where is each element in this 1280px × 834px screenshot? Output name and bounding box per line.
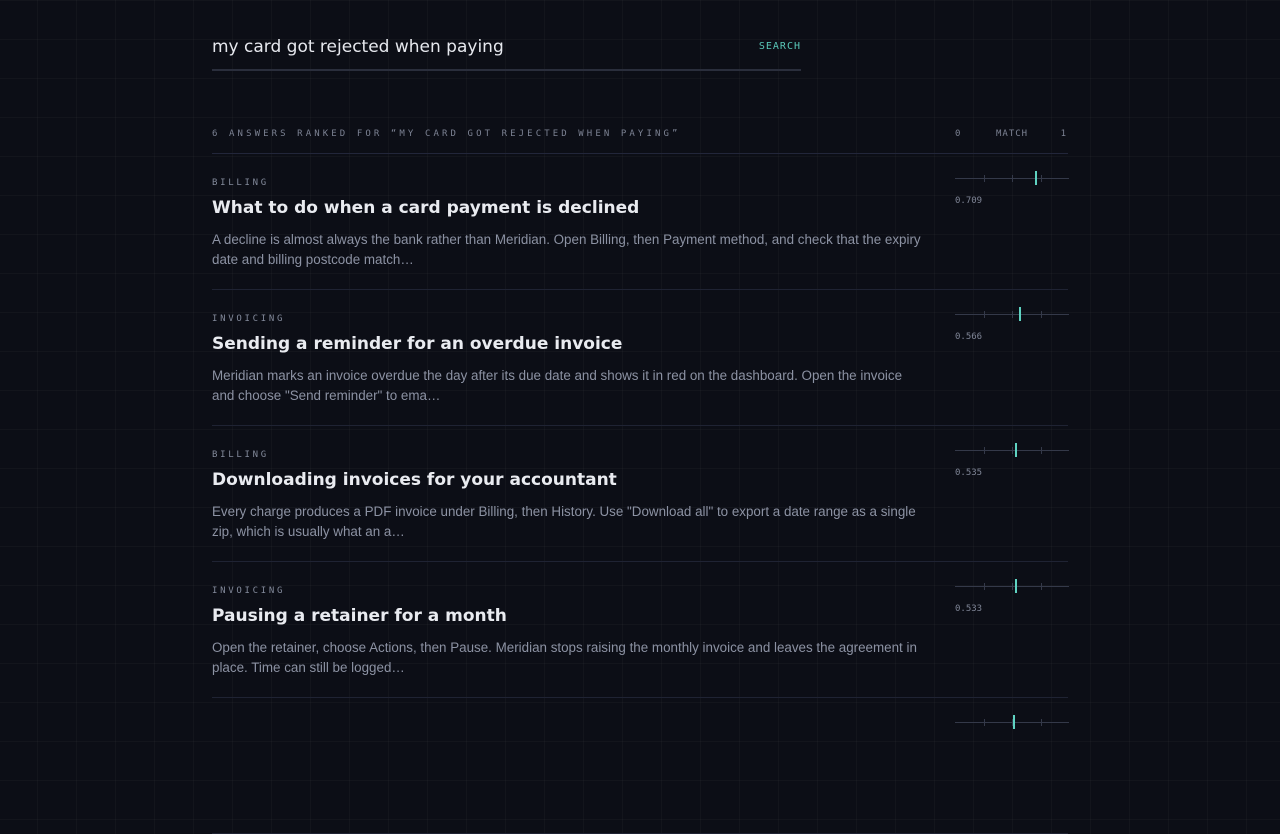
meter-tick: [984, 447, 985, 454]
match-score: 0.533: [955, 604, 983, 614]
meter-tick: [1041, 447, 1042, 454]
match-score: 0.709: [955, 196, 983, 206]
result-title[interactable]: Downloading invoices for your accountant: [212, 470, 617, 490]
scale-min-label: 0: [955, 129, 961, 139]
result-snippet: Open the retainer, choose Actions, then …: [212, 640, 917, 675]
meter-tick: [1012, 583, 1013, 590]
meter-marker: [1013, 715, 1016, 729]
scale-max-label: 1: [1060, 129, 1066, 139]
meter-marker: [1034, 171, 1037, 185]
match-score: 0.566: [955, 332, 983, 342]
match-score: 0.535: [955, 468, 983, 478]
results-count-label: 6 ANSWERS RANKED FOR “MY CARD GOT REJECT…: [212, 129, 681, 139]
match-meter: [955, 715, 1069, 729]
search-input[interactable]: [212, 36, 732, 58]
result-item[interactable]: [212, 698, 1069, 834]
meter-tick: [1041, 311, 1042, 318]
match-meter: [955, 579, 1069, 593]
search-button[interactable]: SEARCH: [759, 41, 801, 52]
meter-tick: [984, 719, 985, 726]
match-meter: [955, 443, 1069, 457]
results-header: 6 ANSWERS RANKED FOR “MY CARD GOT REJECT…: [212, 129, 1068, 154]
match-meter: [955, 307, 1069, 321]
meter-tick: [984, 583, 985, 590]
search-bar: SEARCH: [212, 30, 801, 71]
result-item[interactable]: INVOICING Sending a reminder for an over…: [212, 290, 1069, 426]
scale-match-label: MATCH: [996, 129, 1029, 139]
meter-tick: [1012, 311, 1013, 318]
meter-marker: [1018, 307, 1021, 321]
meter-tick: [1012, 447, 1013, 454]
result-title[interactable]: Pausing a retainer for a month: [212, 606, 507, 626]
result-category: INVOICING: [212, 314, 286, 324]
result-snippet: Meridian marks an invoice overdue the da…: [212, 368, 903, 403]
meter-tick: [1041, 175, 1042, 182]
result-snippet: A decline is almost always the bank rath…: [212, 232, 921, 267]
result-item[interactable]: BILLING What to do when a card payment i…: [212, 154, 1069, 290]
result-title[interactable]: What to do when a card payment is declin…: [212, 198, 639, 218]
meter-marker: [1014, 579, 1017, 593]
result-category: BILLING: [212, 178, 269, 188]
result-category: BILLING: [212, 450, 269, 460]
meter-marker: [1014, 443, 1017, 457]
meter-tick: [1041, 719, 1042, 726]
meter-tick: [1041, 583, 1042, 590]
result-snippet: Every charge produces a PDF invoice unde…: [212, 504, 916, 539]
result-category: INVOICING: [212, 586, 286, 596]
result-item[interactable]: BILLING Downloading invoices for your ac…: [212, 426, 1069, 562]
result-item[interactable]: INVOICING Pausing a retainer for a month…: [212, 562, 1069, 698]
meter-tick: [1012, 175, 1013, 182]
match-meter: [955, 171, 1069, 185]
meter-tick: [984, 175, 985, 182]
meter-tick: [984, 311, 985, 318]
result-title[interactable]: Sending a reminder for an overdue invoic…: [212, 334, 622, 354]
